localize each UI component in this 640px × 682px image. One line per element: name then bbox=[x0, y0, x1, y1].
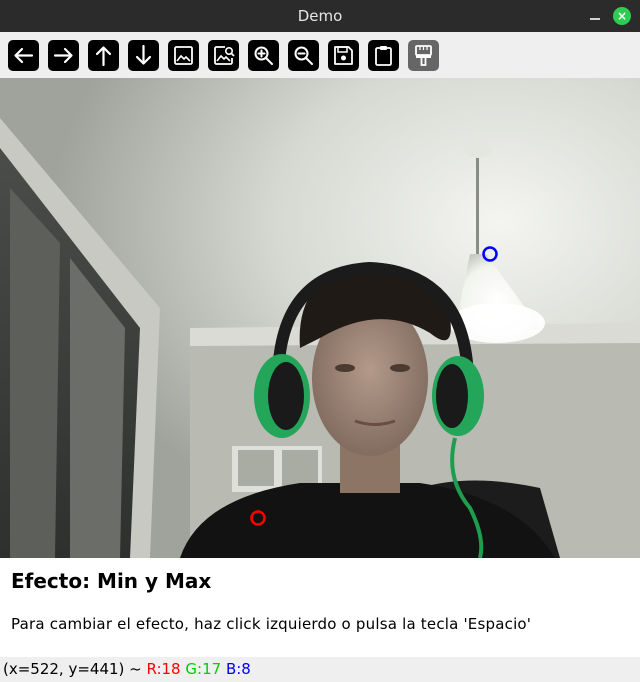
cursor-coordinates: (x=522, y=441) ~ bbox=[3, 660, 147, 678]
back-button[interactable] bbox=[8, 40, 39, 71]
image-button[interactable] bbox=[168, 40, 199, 71]
clipboard-button[interactable] bbox=[368, 40, 399, 71]
down-button[interactable] bbox=[128, 40, 159, 71]
zoom-in-icon bbox=[254, 46, 273, 65]
save-button[interactable] bbox=[328, 40, 359, 71]
zoom-in-button[interactable] bbox=[248, 40, 279, 71]
blue-value: B:8 bbox=[225, 660, 251, 678]
effect-instructions: Para cambiar el efecto, haz click izquie… bbox=[11, 615, 532, 633]
image-icon bbox=[174, 46, 193, 65]
toolbar bbox=[0, 32, 640, 78]
zoom-out-button[interactable] bbox=[288, 40, 319, 71]
camera-view[interactable] bbox=[0, 78, 640, 558]
close-button[interactable]: × bbox=[613, 7, 631, 25]
arrow-left-icon bbox=[14, 47, 34, 64]
paint-brush-button[interactable] bbox=[408, 40, 439, 71]
floppy-disk-icon bbox=[334, 46, 353, 65]
minimize-button[interactable] bbox=[586, 4, 604, 24]
effect-title: Efecto: Min y Max bbox=[11, 569, 212, 593]
zoom-out-icon bbox=[294, 46, 313, 65]
paint-brush-icon bbox=[415, 45, 432, 66]
clipboard-icon bbox=[375, 46, 392, 66]
green-value: G:17 bbox=[185, 660, 222, 678]
status-bar: (x=522, y=441) ~ R:18 G:17 B:8 bbox=[0, 657, 640, 682]
arrow-down-icon bbox=[135, 44, 152, 65]
arrow-right-icon bbox=[53, 47, 73, 64]
image-search-icon bbox=[214, 46, 235, 65]
image-search-button[interactable] bbox=[208, 40, 239, 71]
up-button[interactable] bbox=[88, 40, 119, 71]
window-title: Demo bbox=[297, 7, 343, 25]
title-bar: Demo × bbox=[0, 0, 640, 32]
arrow-up-icon bbox=[95, 46, 112, 67]
red-value: R:18 bbox=[146, 660, 181, 678]
webcam-frame-image bbox=[0, 78, 640, 558]
forward-button[interactable] bbox=[48, 40, 79, 71]
